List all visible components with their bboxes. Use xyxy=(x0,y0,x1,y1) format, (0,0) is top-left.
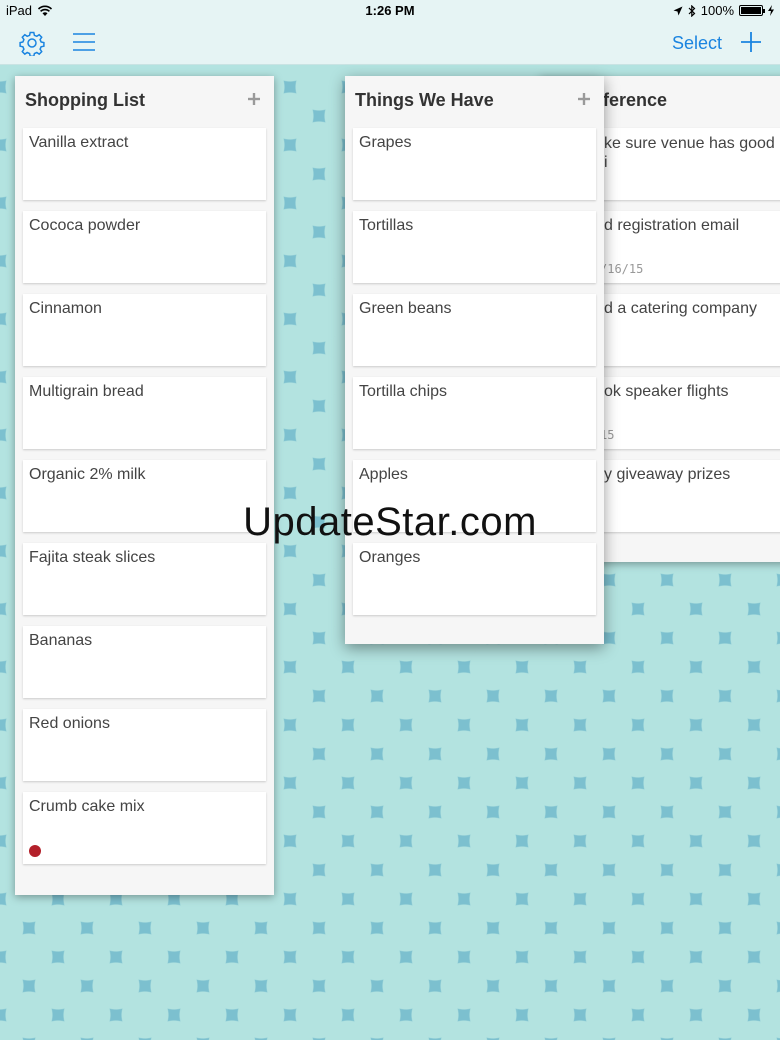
card-text-line2: i xyxy=(604,154,608,171)
card-text: Tortillas xyxy=(359,217,414,234)
menu-icon[interactable] xyxy=(72,32,96,52)
card-text: Red onions xyxy=(29,715,110,732)
card-text: Cinnamon xyxy=(29,300,102,317)
gear-icon[interactable] xyxy=(19,30,45,56)
card-text: Grapes xyxy=(359,134,412,151)
due-date: /16/15 xyxy=(600,262,644,276)
card-text: Oranges xyxy=(359,549,421,566)
battery-percent: 100% xyxy=(700,3,734,18)
location-icon xyxy=(673,6,683,15)
status-bar: iPad 1:26 PM 100% xyxy=(0,0,780,22)
nav-bar: Select xyxy=(0,22,780,65)
list-item[interactable]: Oranges xyxy=(353,543,596,615)
add-list-icon[interactable] xyxy=(740,31,762,53)
list-shopping: Shopping List Vanilla extract Cococa pow… xyxy=(15,76,274,895)
list-item[interactable]: Bananas xyxy=(23,626,266,698)
card-text: y giveaway prizes xyxy=(604,466,731,483)
select-button[interactable]: Select xyxy=(672,33,722,54)
status-time: 1:26 PM xyxy=(365,3,415,18)
list-item[interactable]: Cococa powder xyxy=(23,211,266,283)
list-item[interactable]: Green beans xyxy=(353,294,596,366)
list-item[interactable]: Crumb cake mix xyxy=(23,792,266,864)
list-item[interactable]: Fajita steak slices xyxy=(23,543,266,615)
list-item[interactable]: Tortilla chips xyxy=(353,377,596,449)
card-text: Organic 2% milk xyxy=(29,466,146,483)
list-item[interactable]: Cinnamon xyxy=(23,294,266,366)
list-item[interactable]: Grapes xyxy=(353,128,596,200)
list-title: Shopping List xyxy=(25,90,145,110)
add-card-icon[interactable] xyxy=(578,93,590,105)
list-title: Things We Have xyxy=(355,90,494,110)
watermark: UpdateStar.com xyxy=(243,500,537,544)
card-text: Vanilla extract xyxy=(29,134,129,151)
card-text: Tortilla chips xyxy=(359,383,448,400)
add-card-icon[interactable] xyxy=(248,93,260,105)
charging-icon xyxy=(768,5,774,16)
card-text: Apples xyxy=(359,466,408,483)
battery-icon xyxy=(739,5,765,16)
card-text: Cococa powder xyxy=(29,217,141,234)
card-text: d a catering company xyxy=(604,300,757,317)
card-text: ke sure venue has good xyxy=(604,135,775,152)
card-text: Bananas xyxy=(29,632,93,649)
card-text: Fajita steak slices xyxy=(29,549,156,566)
card-text: ok speaker flights xyxy=(604,383,729,400)
card-text: Multigrain bread xyxy=(29,383,144,400)
bluetooth-icon xyxy=(688,4,696,17)
label-dot xyxy=(29,845,41,857)
list-item[interactable]: Red onions xyxy=(23,709,266,781)
list-item[interactable]: Tortillas xyxy=(353,211,596,283)
list-item[interactable]: Vanilla extract xyxy=(23,128,266,200)
card-text: d registration email xyxy=(604,217,740,234)
card-text: Crumb cake mix xyxy=(29,798,145,815)
list-item[interactable]: Multigrain bread xyxy=(23,377,266,449)
card-text: Green beans xyxy=(359,300,452,317)
list-things-we-have: Things We Have Grapes Tortillas Green be… xyxy=(345,76,604,644)
